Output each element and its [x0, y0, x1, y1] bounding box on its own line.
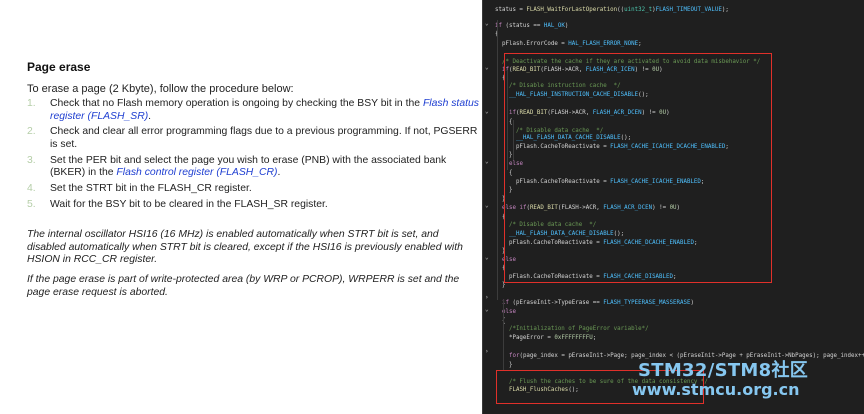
step-item: 4. Set the STRT bit in the FLASH_CR regi… [27, 183, 479, 196]
fold-expanded-icon[interactable]: ⌄ [485, 64, 489, 72]
step-text: Set the STRT bit in the FLASH_CR registe… [50, 183, 252, 195]
code-line: if (pEraseInit->TypeErase == FLASH_TYPEE… [501, 300, 694, 306]
indent-guide [513, 120, 514, 160]
step-number: 5. [27, 199, 36, 211]
watermark-title: STM32/STM8社区 [638, 360, 809, 381]
fold-collapsed-icon[interactable]: › [485, 294, 489, 302]
step-item: 5. Wait for the BSY bit to be cleared in… [27, 199, 479, 212]
step-number: 1. [27, 98, 36, 109]
step-number: 4. [27, 183, 36, 195]
indent-guide [497, 20, 498, 300]
code-line: if (status == HAL_OK) [495, 23, 569, 29]
code-line: status = FLASH_WaitForLastOperation((uin… [495, 7, 729, 13]
step-item: 1. Check that no Flash memory operation … [27, 98, 479, 123]
step-text-end: . [148, 110, 152, 122]
code-line: *PageError = 0xFFFFFFFFU; [495, 335, 597, 341]
fold-expanded-icon[interactable]: ⌄ [485, 202, 489, 210]
step-item: 3. Set the PER bit and select the page y… [27, 155, 479, 180]
step-text-end: . [277, 167, 281, 179]
code-line: pFlash.ErrorCode = HAL_FLASH_ERROR_NONE; [495, 41, 642, 47]
fold-expanded-icon[interactable]: ⌄ [485, 108, 489, 116]
flash-cr-link[interactable]: Flash control register (FLASH_CR) [116, 167, 277, 178]
step-text: Check that no Flash memory operation is … [50, 98, 423, 109]
code-editor[interactable]: ⌄ ⌄ ⌄ ⌄ ⌄ ⌄ › ⌄ › status = FLASH_WaitForLastOper… [482, 0, 864, 414]
indent-guide [507, 70, 508, 170]
fold-expanded-icon[interactable]: ⌄ [485, 158, 489, 166]
step-number: 3. [27, 154, 36, 166]
fold-gutter: ⌄ ⌄ ⌄ ⌄ ⌄ ⌄ › ⌄ › [483, 0, 495, 414]
fold-expanded-icon[interactable]: ⌄ [485, 306, 489, 314]
fold-expanded-icon[interactable]: ⌄ [485, 20, 489, 28]
procedure-steps: 1. Check that no Flash memory operation … [27, 98, 479, 215]
watermark-url: www.stmcu.org.cn [632, 380, 800, 399]
step-number: 2. [27, 126, 36, 138]
fold-collapsed-icon[interactable]: › [485, 348, 489, 356]
section-title: Page erase [27, 60, 91, 74]
step-text: Check and clear all error programming fl… [50, 126, 478, 150]
code-line: /*Initialization of PageError variable*/ [495, 326, 649, 332]
indent-guide [503, 300, 504, 370]
write-protect-note: If the page erase is part of write-prote… [27, 274, 460, 298]
step-item: 2. Check and clear all error programming… [27, 126, 479, 151]
reference-manual-panel: Page erase To erase a page (2 Kbyte), fo… [0, 0, 482, 414]
step-text: Wait for the BSY bit to be cleared in th… [50, 199, 328, 211]
cache-deactivation-highlight [504, 53, 772, 283]
fold-expanded-icon[interactable]: ⌄ [485, 254, 489, 262]
hsi16-note: The internal oscillator HSI16 (16 MHz) i… [27, 229, 463, 265]
intro-text: To erase a page (2 Kbyte), follow the pr… [27, 83, 294, 95]
code-line: else [501, 309, 516, 315]
